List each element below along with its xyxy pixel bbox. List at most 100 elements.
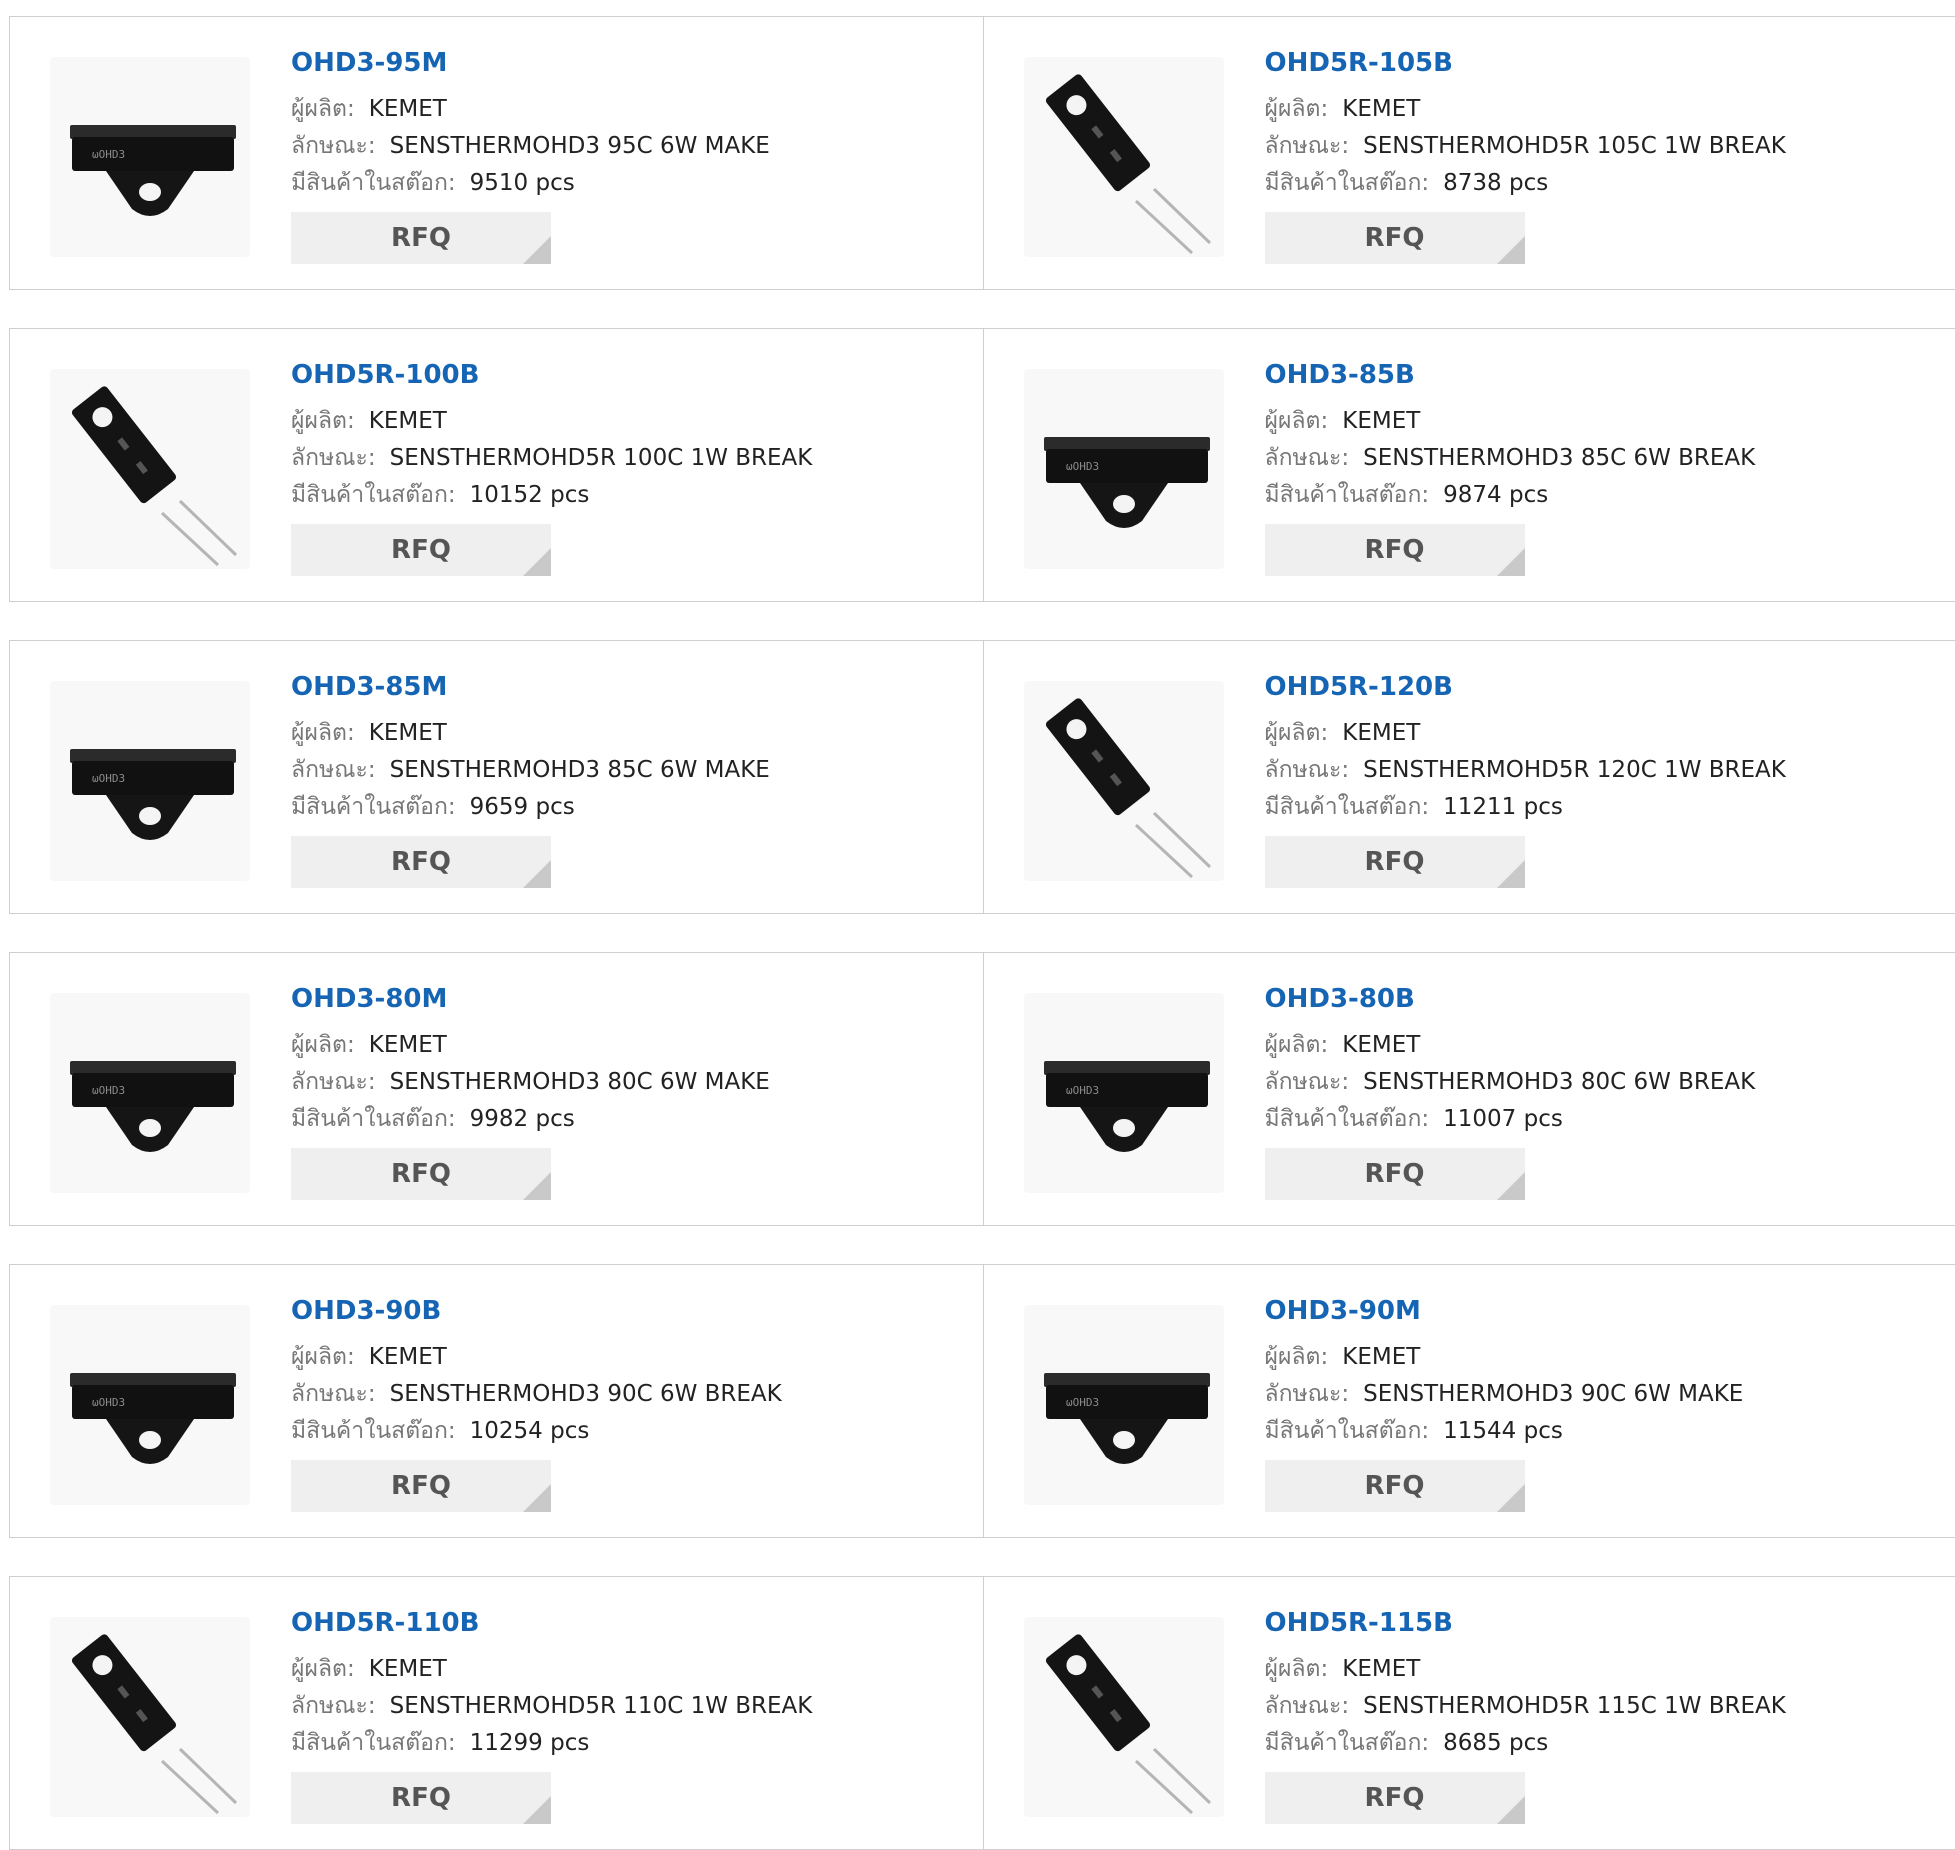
description-label: ลักษณะ:	[291, 445, 376, 471]
product-row: ωOHD3 OHD3-80M ผู้ผลิต:KEMET ลักษณะ:SENS…	[9, 952, 1955, 1226]
ohd3-sensor-icon: ωOHD3	[1024, 369, 1224, 569]
rfq-corner-decoration	[523, 1796, 551, 1824]
product-image[interactable]	[1024, 681, 1224, 881]
manufacturer-value: KEMET	[369, 1656, 447, 1682]
manufacturer-value: KEMET	[1342, 720, 1420, 746]
description-label: ลักษณะ:	[291, 1069, 376, 1095]
manufacturer-value: KEMET	[1342, 408, 1420, 434]
product-image[interactable]: ωOHD3	[50, 57, 250, 257]
part-number-link[interactable]: OHD5R-115B	[1265, 1607, 1786, 1639]
rfq-button[interactable]: RFQ	[1265, 1148, 1525, 1200]
manufacturer-label: ผู้ผลิต:	[1265, 408, 1329, 434]
description-row: ลักษณะ:SENSTHERMOHD5R 115C 1W BREAK	[1265, 1688, 1786, 1725]
rfq-button[interactable]: RFQ	[291, 524, 551, 576]
part-number-link[interactable]: OHD5R-105B	[1265, 47, 1786, 79]
product-image[interactable]: ωOHD3	[50, 993, 250, 1193]
product-image[interactable]	[50, 1617, 250, 1817]
stock-row: มีสินค้าในสต๊อก:9982 pcs	[291, 1101, 770, 1138]
manufacturer-row: ผู้ผลิต: KEMET	[1265, 715, 1786, 752]
product-info: OHD3-85M ผู้ผลิต:KEMET ลักษณะ:SENSTHERMO…	[291, 671, 770, 888]
product-info: OHD3-90B ผู้ผลิต:KEMET ลักษณะ:SENSTHERMO…	[291, 1295, 782, 1512]
stock-value: 11299 pcs	[470, 1730, 590, 1756]
rfq-label: RFQ	[1365, 535, 1425, 565]
stock-value: 9510 pcs	[470, 170, 575, 196]
rfq-label: RFQ	[391, 847, 451, 877]
stock-label: มีสินค้าในสต๊อก:	[291, 1730, 456, 1756]
manufacturer-row: ผู้ผลิต:KEMET	[291, 403, 812, 440]
rfq-label: RFQ	[391, 1159, 451, 1189]
rfq-button[interactable]: RFQ	[291, 1148, 551, 1200]
product-card: OHD5R-120B ผู้ผลิต:KEMET ลักษณะ:SENSTHER…	[983, 641, 1955, 913]
part-number-link[interactable]: OHD3-90B	[291, 1295, 782, 1327]
part-number-link[interactable]: OHD3-85B	[1265, 359, 1756, 391]
rfq-button[interactable]: RFQ	[1265, 1460, 1525, 1512]
rfq-button[interactable]: RFQ	[291, 1460, 551, 1512]
stock-row: มีสินค้าในสต๊อก:11007 pcs	[1265, 1101, 1756, 1138]
rfq-label: RFQ	[391, 1783, 451, 1813]
description-label: ลักษณะ:	[291, 1381, 376, 1407]
stock-label: มีสินค้าในสต๊อก:	[291, 1418, 456, 1444]
ohd5r-sensor-icon	[1024, 57, 1224, 257]
product-image[interactable]	[50, 369, 250, 569]
description-value: SENSTHERMOHD3 80C 6W BREAK	[1363, 1069, 1755, 1095]
part-number-link[interactable]: OHD3-80M	[291, 983, 770, 1015]
stock-label: มีสินค้าในสต๊อก:	[1265, 482, 1430, 508]
ohd5r-sensor-icon	[50, 369, 250, 569]
manufacturer-row: ผู้ผลิต: KEMET	[1265, 403, 1756, 440]
product-image[interactable]: ωOHD3	[50, 681, 250, 881]
part-number-link[interactable]: OHD3-80B	[1265, 983, 1756, 1015]
rfq-corner-decoration	[1497, 1484, 1525, 1512]
rfq-button[interactable]: RFQ	[1265, 524, 1525, 576]
product-info: OHD3-95M ผู้ผลิต:KEMET ลักษณะ:SENSTHERMO…	[291, 47, 770, 264]
rfq-label: RFQ	[1365, 223, 1425, 253]
product-row: OHD5R-100B ผู้ผลิต: KEMET ลักษณะ: SENSTHER…	[9, 328, 1955, 602]
product-image[interactable]: ωOHD3	[50, 1305, 250, 1505]
description-row: ลักษณะ:SENSTHERMOHD5R 105C 1W BREAK	[1265, 128, 1786, 165]
rfq-button[interactable]: RFQ	[1265, 1772, 1525, 1824]
stock-label: มีสินค้าในสต๊อก:	[1265, 1106, 1430, 1132]
stock-label: มีสินค้าในสต๊อก:	[291, 170, 456, 196]
part-number-link[interactable]: OHD3-85M	[291, 671, 770, 703]
product-card: OHD5R-100B ผู้ผลิต:KEMET ลักษณะ: SENSTHER…	[10, 329, 983, 601]
product-image[interactable]: ωOHD3	[1024, 993, 1224, 1193]
description-value: SENSTHERMOHD5R 115C 1W BREAK	[1363, 1693, 1786, 1719]
part-number-link[interactable]: OHD3-90M	[1265, 1295, 1744, 1327]
description-value: SENSTHERMOHD3 90C 6W BREAK	[390, 1381, 782, 1407]
product-image[interactable]	[1024, 57, 1224, 257]
description-value: SENSTHERMOHD3 80C 6W MAKE	[390, 1069, 770, 1095]
stock-row: มีสินค้าในสต๊อก:9874 pcs	[1265, 477, 1756, 514]
rfq-button[interactable]: RFQ	[291, 1772, 551, 1824]
part-number-link[interactable]: OHD5R-110B	[291, 1607, 812, 1639]
rfq-button[interactable]: RFQ	[291, 836, 551, 888]
manufacturer-value: KEMET	[1342, 1656, 1420, 1682]
rfq-corner-decoration	[1497, 548, 1525, 576]
stock-label: มีสินค้าในสต๊อก:	[291, 482, 456, 508]
rfq-button[interactable]: RFQ	[291, 212, 551, 264]
rfq-button[interactable]: RFQ	[1265, 836, 1525, 888]
product-image[interactable]: ωOHD3	[1024, 369, 1224, 569]
product-card: OHD5R-110B ผู้ผลิต:KEMET ลักษณะ:SENSTHER…	[10, 1577, 983, 1849]
product-image[interactable]	[1024, 1617, 1224, 1817]
description-row: ลักษณะ:SENSTHERMOHD5R 110C 1W BREAK	[291, 1688, 812, 1725]
description-value: SENSTHERMOHD5R 100C 1W BREAK	[390, 445, 813, 471]
product-info: OHD3-80B ผู้ผลิต:KEMET ลักษณะ:SENSTHERMO…	[1265, 983, 1756, 1200]
product-card: OHD5R-105B ผู้ผลิต:KEMET ลักษณะ:SENSTHER…	[983, 17, 1955, 289]
product-info: OHD5R-105B ผู้ผลิต:KEMET ลักษณะ:SENSTHER…	[1265, 47, 1786, 264]
ohd3-sensor-icon: ωOHD3	[50, 681, 250, 881]
stock-row: มีสินค้าในสต๊อก:9659 pcs	[291, 789, 770, 826]
product-image[interactable]: ωOHD3	[1024, 1305, 1224, 1505]
product-info: OHD3-85B ผู้ผลิต:KEMET ลักษณะ:SENSTHERMO…	[1265, 359, 1756, 576]
rfq-label: RFQ	[1365, 1783, 1425, 1813]
product-info: OHD3-90M ผู้ผลิต:KEMET ลักษณะ:SENSTHERMO…	[1265, 1295, 1744, 1512]
description-row: ลักษณะ:SENSTHERMOHD3 95C 6W MAKE	[291, 128, 770, 165]
manufacturer-label: ผู้ผลิต:	[1265, 720, 1329, 746]
rfq-label: RFQ	[1365, 847, 1425, 877]
rfq-label: RFQ	[1365, 1471, 1425, 1501]
part-number-link[interactable]: OHD5R-120B	[1265, 671, 1786, 703]
svg-text:ωOHD3: ωOHD3	[92, 1396, 125, 1409]
part-number-link[interactable]: OHD5R-100B	[291, 359, 812, 391]
stock-row: มีสินค้าในสต๊อก:11211 pcs	[1265, 789, 1786, 826]
manufacturer-value: KEMET	[1342, 96, 1420, 122]
part-number-link[interactable]: OHD3-95M	[291, 47, 770, 79]
rfq-button[interactable]: RFQ	[1265, 212, 1525, 264]
